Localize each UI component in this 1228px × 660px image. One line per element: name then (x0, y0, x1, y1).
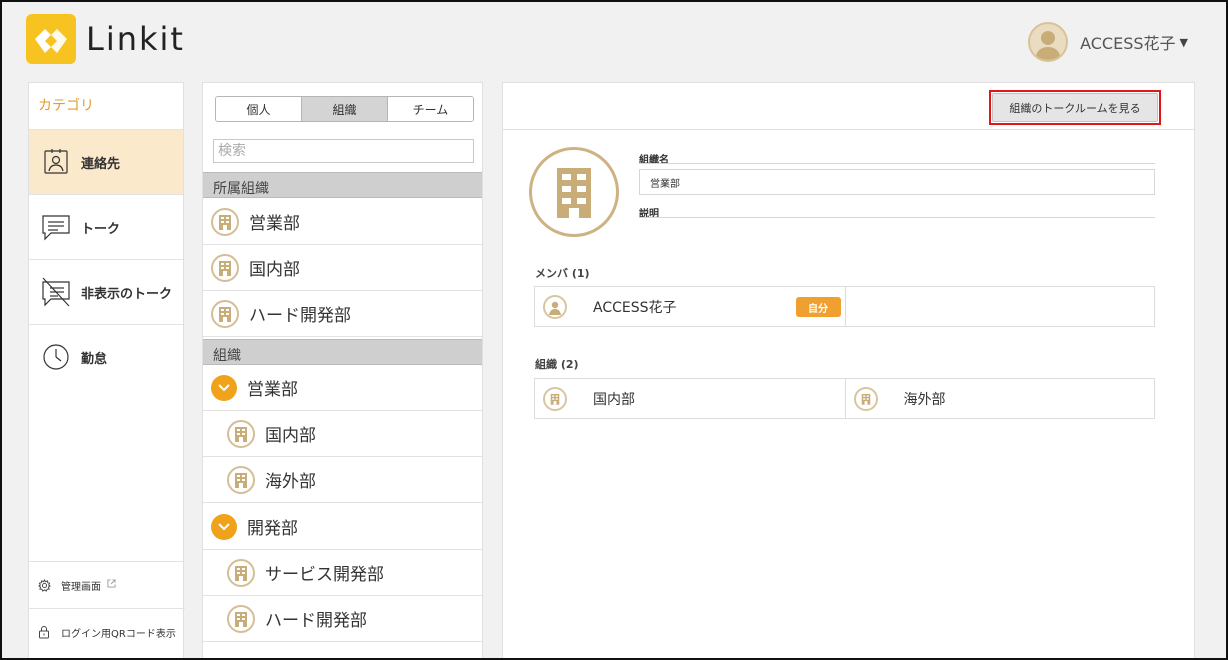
detail-toolbar: 組織のトークルームを見る (503, 83, 1194, 130)
members-grid: ACCESS花子 自分 (534, 286, 1155, 327)
self-badge: 自分 (795, 297, 841, 317)
building-icon (227, 419, 255, 448)
list-item-label: 国内部 (265, 426, 316, 446)
organization-detail-panel: 組織のトークルームを見る 組織名 営業部 説明 メンバ (1) ACCESS花子… (502, 82, 1195, 660)
tab-individual[interactable]: 個人 (216, 97, 302, 121)
list-item[interactable]: 国内部 (203, 245, 482, 291)
tree-child-row[interactable]: 海外部 (203, 457, 482, 503)
lock-icon (37, 625, 51, 639)
building-icon (211, 299, 239, 328)
user-name: ACCESS花子 (1080, 34, 1176, 53)
tree-group-row[interactable]: 営業部 (203, 365, 482, 411)
building-icon (543, 386, 567, 411)
divider (639, 163, 1155, 164)
qr-login-link[interactable]: ログイン用QRコード表示 (29, 608, 185, 655)
contact-card-icon (41, 147, 71, 177)
view-org-talkroom-button[interactable]: 組織のトークルームを見る (992, 93, 1158, 122)
contact-list-panel: 個人 組織 チーム 所属組織 営業部 国内部 ハード開発部 組織 営業部 国内部 (202, 82, 483, 660)
sidebar-item-label: 勤怠 (81, 351, 108, 367)
logo-text: Linkit (86, 20, 185, 58)
sidebar-item-label: トーク (81, 221, 121, 237)
building-icon (211, 253, 239, 282)
org-card[interactable]: 海外部 (844, 379, 1155, 418)
sidebar-item-attendance[interactable]: 勤怠 (29, 324, 183, 389)
list-item[interactable]: 営業部 (203, 199, 482, 245)
org-card[interactable]: 国内部 (535, 379, 845, 418)
user-avatar-icon (1028, 22, 1069, 62)
linkit-logo-icon (26, 14, 76, 64)
sidebar-item-contacts[interactable]: 連絡先 (29, 129, 183, 194)
building-icon (227, 604, 255, 633)
sidebar-item-hidden-talk[interactable]: 非表示のトーク (29, 259, 183, 324)
org-card-name: 国内部 (593, 391, 635, 408)
sub-orgs-grid: 国内部 海外部 (534, 378, 1155, 419)
chevron-down-icon[interactable] (211, 513, 237, 540)
member-card[interactable]: ACCESS花子 自分 (535, 287, 845, 326)
tab-team[interactable]: チーム (388, 97, 473, 121)
tree-group-row[interactable]: 開発部 (203, 504, 482, 550)
list-item-label: 海外部 (265, 472, 316, 492)
organizations-header: 組織 (203, 339, 482, 365)
organization-avatar-icon (529, 147, 619, 237)
building-icon (853, 386, 878, 411)
org-name-field: 営業部 (639, 169, 1155, 195)
contact-type-tabs: 個人 組織 チーム (215, 96, 474, 122)
gear-icon (37, 578, 51, 592)
org-card-name: 海外部 (903, 391, 946, 408)
external-link-icon (107, 579, 116, 591)
list-item-label: 開発部 (247, 519, 298, 539)
empty-cell (844, 287, 1155, 326)
tab-organization[interactable]: 組織 (302, 97, 388, 121)
app-header: Linkit ACCESS花子 ▼ (0, 0, 1228, 80)
building-icon (227, 465, 255, 494)
caret-down-icon: ▼ (1179, 35, 1188, 49)
affiliated-orgs-header: 所属組織 (203, 172, 482, 198)
tree-child-row[interactable]: 国内部 (203, 411, 482, 457)
tree-child-row[interactable]: ハード開発部 (203, 596, 482, 642)
hidden-chat-icon (41, 277, 71, 307)
category-sidebar: カテゴリ 連絡先 トーク 非表示のトーク 勤怠 管理画面 ログイン用QRコード表… (28, 82, 185, 660)
qr-login-label: ログイン用QRコード表示 (61, 628, 176, 640)
search-input[interactable] (213, 139, 474, 163)
sub-orgs-header: 組織 (2) (535, 358, 579, 371)
list-item-label: ハード開発部 (249, 306, 351, 326)
admin-label: 管理画面 (61, 581, 101, 593)
list-item[interactable]: ハード開発部 (203, 291, 482, 337)
logo[interactable]: Linkit (26, 14, 185, 64)
sidebar-item-label: 連絡先 (81, 156, 121, 172)
building-icon (227, 558, 255, 587)
user-avatar-icon (543, 294, 567, 319)
building-icon (211, 207, 239, 236)
list-item-label: 営業部 (249, 214, 300, 234)
clock-icon (41, 342, 71, 372)
member-name: ACCESS花子 (593, 299, 677, 316)
list-item-label: ハード開発部 (265, 611, 367, 631)
sidebar-item-talk[interactable]: トーク (29, 194, 183, 259)
list-item-label: 国内部 (249, 260, 300, 280)
sidebar-heading: カテゴリ (38, 98, 94, 114)
list-item-label: 営業部 (247, 380, 298, 400)
divider (639, 217, 1155, 218)
sidebar-item-label: 非表示のトーク (81, 286, 173, 302)
members-header: メンバ (1) (535, 267, 590, 280)
list-item-label: サービス開発部 (265, 565, 384, 585)
chat-bubble-icon (41, 212, 71, 242)
user-menu[interactable]: ACCESS花子 ▼ (1028, 22, 1188, 62)
chevron-down-icon[interactable] (211, 374, 237, 401)
tree-child-row[interactable]: サービス開発部 (203, 550, 482, 596)
admin-link[interactable]: 管理画面 (29, 561, 185, 608)
